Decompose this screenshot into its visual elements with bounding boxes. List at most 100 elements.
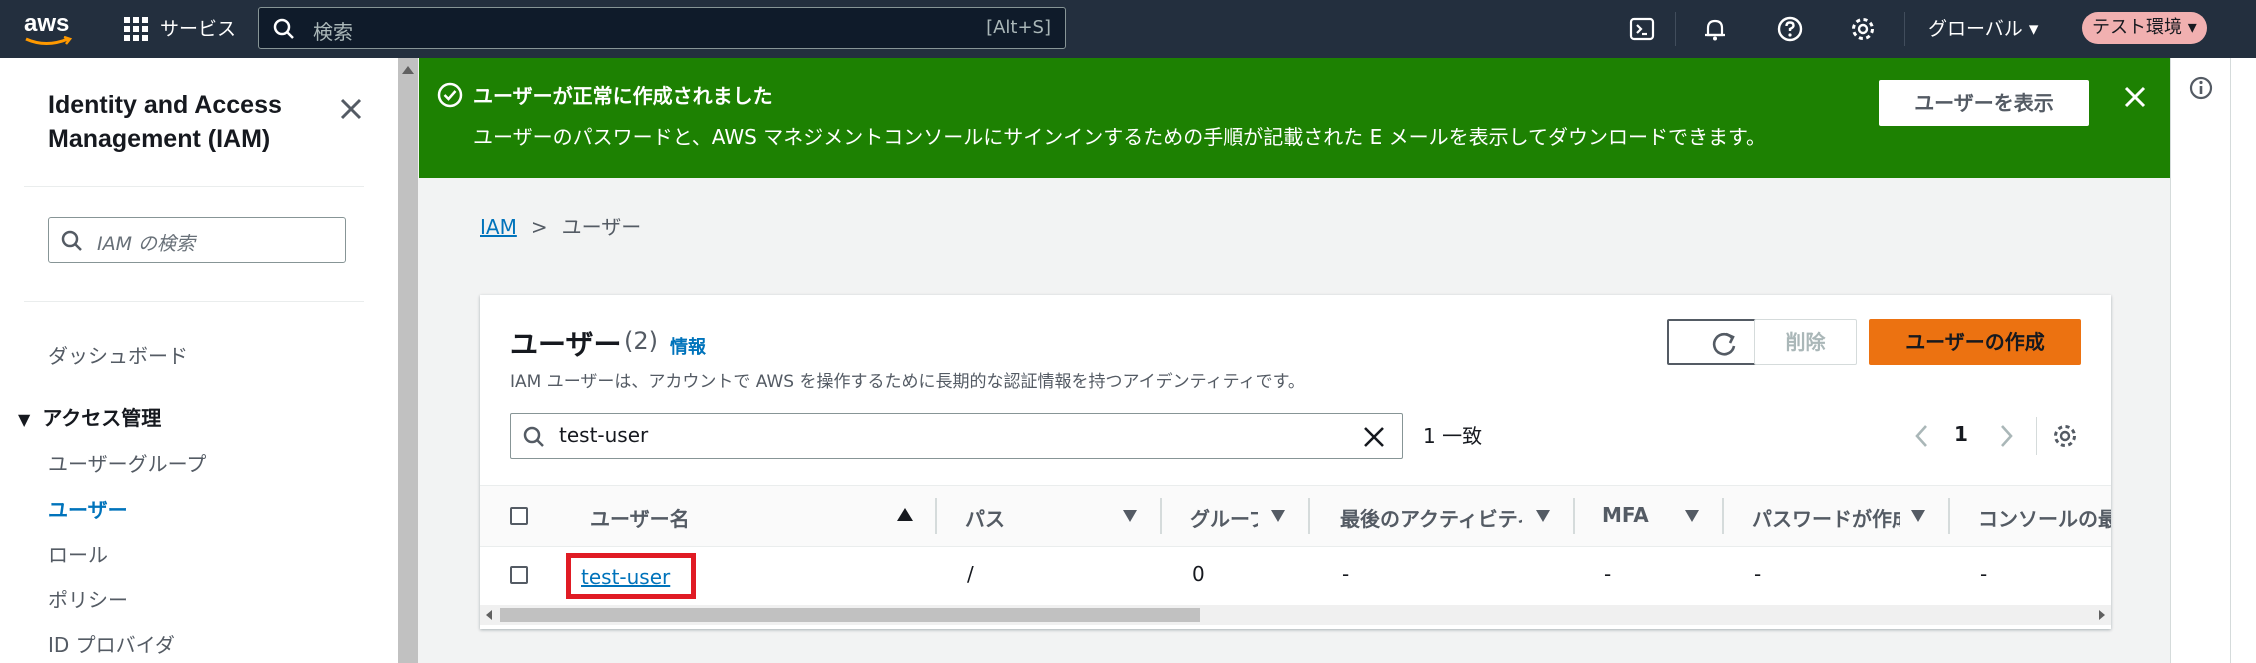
cell-groups: 0 [1192,562,1205,586]
pagination-divider [2036,417,2037,455]
scrollbar-thumb[interactable] [500,608,1200,622]
sort-ascending-icon[interactable] [897,508,913,521]
column-header-last-activity[interactable]: 最後のアクティビティ [1340,503,1522,532]
sort-caret-icon[interactable] [1911,510,1925,522]
nav-section-label: アクセス管理 [42,406,162,430]
next-page-icon[interactable] [1996,423,2016,449]
cell-mfa: - [1604,562,1612,586]
services-menu-label[interactable]: サービス [160,14,236,41]
sort-caret-icon[interactable] [1536,510,1550,522]
column-resizer[interactable] [1308,498,1310,534]
delete-button[interactable]: 削除 [1754,319,1857,365]
search-icon [61,230,82,251]
nav-item-dashboard[interactable]: ダッシュボード [48,340,188,369]
notifications-bell-icon[interactable] [1700,14,1730,44]
previous-page-icon[interactable] [1912,423,1932,449]
chevron-right-icon: > [530,215,548,239]
dismiss-flash-icon[interactable] [2122,84,2148,110]
help-panel-rail [2170,58,2256,663]
sort-caret-icon[interactable] [1685,510,1699,522]
scroll-right-arrow[interactable] [2099,610,2105,620]
aws-logo[interactable]: aws [22,10,78,50]
table-preferences-gear-icon[interactable] [2050,421,2080,451]
breadcrumb: IAM > ユーザー [480,211,641,240]
view-user-button[interactable]: ユーザーを表示 [1879,80,2089,126]
aws-smile-icon [25,36,73,45]
column-header-mfa[interactable]: MFA [1602,503,1662,527]
sort-caret-icon[interactable] [1271,510,1285,522]
table-header: ユーザー名 パス グループ 最後のアクティビティ MFA パスワードが作成された… [480,485,2111,547]
column-header-console-last-sign-in[interactable]: コンソールの最終サインイン [1978,503,2111,532]
select-all-checkbox[interactable] [510,507,528,525]
region-selector[interactable]: グローバル ▾ [1928,14,2038,41]
table-horizontal-scrollbar[interactable] [480,605,2111,625]
help-icon[interactable] [1775,14,1805,44]
breadcrumb-current: ユーザー [561,215,642,239]
cell-path: / [967,562,974,586]
cell-password-age: - [1754,562,1762,586]
column-resizer[interactable] [1722,498,1724,534]
column-header-groups[interactable]: グループ [1190,503,1258,532]
nav-divider [24,301,364,302]
users-description: IAM ユーザーは、アカウントで AWS を操作するために長期的な認証情報を持つ… [510,372,1305,392]
cell-console-last-sign-in: - [1980,562,1988,586]
global-search-input[interactable]: 検索 [Alt+S] [258,7,1066,49]
column-resizer[interactable] [935,498,937,534]
column-resizer[interactable] [1160,498,1162,534]
column-header-password-age[interactable]: パスワードが作成された時間 [1752,503,1900,532]
user-filter-input[interactable]: test-user [510,413,1403,459]
nav-item-identity-providers[interactable]: ID プロバイダ [48,629,175,658]
settings-gear-icon[interactable] [1848,14,1878,44]
success-check-icon [437,82,463,108]
match-count: 1 一致 [1423,424,1483,448]
users-count: (2) [624,327,658,355]
column-header-username[interactable]: ユーザー名 [590,503,770,532]
flash-description: ユーザーのパスワードと、AWS マネジメントコンソールにサインインするための手順… [473,125,1766,149]
nav-item-policies[interactable]: ポリシー [48,584,128,613]
nav-search-placeholder: IAM の検索 [97,233,196,255]
caret-down-icon: ▼ [18,410,31,429]
clear-filter-icon[interactable] [1361,424,1387,450]
search-icon [273,18,294,39]
cell-last-activity: - [1342,562,1350,586]
column-resizer[interactable] [1573,498,1575,534]
scroll-left-arrow[interactable] [486,610,492,620]
services-grid-icon[interactable] [124,17,148,41]
close-nav-icon[interactable] [336,94,366,124]
info-panel-icon[interactable] [2189,76,2213,100]
nav-item-users[interactable]: ユーザー [48,494,128,523]
nav-title: Identity and Access Management (IAM) [48,91,282,153]
search-shortcut-hint: [Alt+S] [986,17,1051,38]
info-link[interactable]: 情報 [670,333,706,359]
success-flashbar: ユーザーが正常に作成されました ユーザーのパスワードと、AWS マネジメントコン… [419,58,2170,178]
column-resizer[interactable] [1948,498,1950,534]
table-row: test-user / 0 - - - - [480,545,2111,605]
side-navigation: Identity and Access Management (IAM) IAM… [0,58,399,663]
nav-search-input[interactable]: IAM の検索 [48,217,346,263]
aws-logo-text: aws [24,10,70,37]
cloudshell-icon[interactable] [1627,14,1657,44]
top-navigation-bar: aws サービス 検索 [Alt+S] グローバル ▾ テスト環境 ▾ [0,0,2256,58]
search-placeholder: 検索 [313,20,353,44]
column-header-path[interactable]: パス [965,503,1045,532]
sort-caret-icon[interactable] [1123,510,1137,522]
current-page-number[interactable]: 1 [1954,422,1968,446]
refresh-icon [1712,332,1736,356]
nav-divider [24,186,364,187]
topbar-divider [1904,12,1905,46]
topbar-divider [1675,12,1676,46]
scroll-up-arrow[interactable] [402,66,414,74]
search-icon [523,426,544,447]
highlighted-username-link[interactable]: test-user [566,553,696,599]
account-environment-badge[interactable]: テスト環境 ▾ [2082,12,2207,44]
nav-scrollbar[interactable] [398,58,418,663]
nav-item-user-groups[interactable]: ユーザーグループ [48,448,206,477]
users-table-container: ユーザー (2) 情報 IAM ユーザーは、アカウントで AWS を操作するため… [480,295,2111,629]
breadcrumb-iam-link[interactable]: IAM [480,215,517,239]
username-link[interactable]: test-user [581,565,670,589]
right-divider [2230,58,2231,663]
nav-item-roles[interactable]: ロール [48,539,108,568]
row-select-checkbox[interactable] [510,566,528,584]
create-user-button[interactable]: ユーザーの作成 [1869,319,2081,365]
nav-section-access-management[interactable]: ▼ アクセス管理 [18,402,161,431]
